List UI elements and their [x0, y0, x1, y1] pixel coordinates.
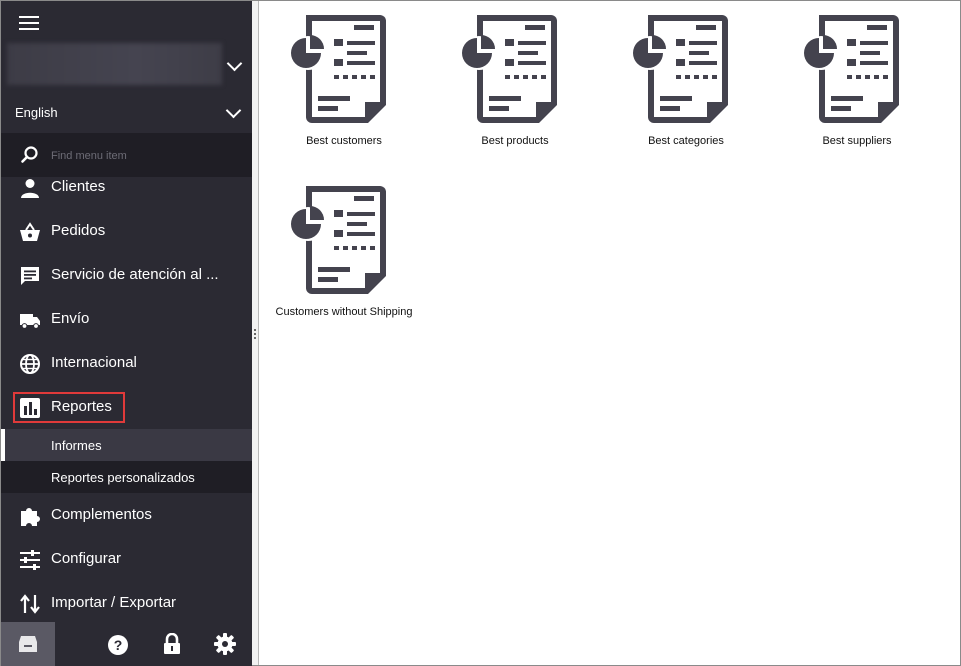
- report-tile-label: Customers without Shipping: [275, 306, 413, 318]
- nav-label: Envío: [51, 310, 90, 327]
- nav-item-complementos[interactable]: Complementos: [1, 494, 252, 538]
- store-selector[interactable]: [7, 43, 247, 85]
- archive-button[interactable]: [1, 622, 55, 666]
- sliders-icon: [20, 550, 40, 570]
- nav-label: Pedidos: [51, 222, 106, 239]
- nav-item-pedidos[interactable]: Pedidos: [1, 210, 252, 254]
- help-button[interactable]: ?: [91, 622, 145, 666]
- basket-icon: [20, 222, 40, 241]
- chevron-down-icon: [225, 102, 242, 119]
- hamburger-menu-icon[interactable]: [19, 13, 39, 31]
- nav-item-servicio[interactable]: Servicio de atención al ...: [1, 254, 252, 298]
- subnav-item-informes[interactable]: Informes: [1, 429, 252, 461]
- nav-label: Clientes: [51, 178, 106, 195]
- puzzle-icon: [21, 508, 40, 526]
- report-document-icon: [462, 15, 557, 123]
- gear-icon: [214, 633, 236, 655]
- nav-item-envio[interactable]: Envío: [1, 298, 252, 342]
- nav-label: Servicio de atención al ...: [51, 266, 219, 283]
- report-tile-best-categories[interactable]: Best categories: [601, 1, 751, 151]
- globe-icon: [20, 354, 40, 374]
- person-icon: [21, 179, 39, 198]
- truck-icon: [20, 314, 40, 329]
- report-tile-best-products[interactable]: Best products: [430, 1, 580, 151]
- panel-splitter[interactable]: [252, 1, 259, 665]
- sidebar: English Clientes Pedidos: [1, 1, 252, 666]
- nav-item-configurar[interactable]: Configurar: [1, 538, 252, 582]
- search-input[interactable]: [49, 146, 243, 166]
- chat-icon: [21, 267, 39, 285]
- report-tile-label: Best categories: [648, 135, 724, 147]
- report-tile-best-suppliers[interactable]: Best suppliers: [772, 1, 922, 151]
- search-icon: [21, 146, 38, 163]
- report-document-icon: [804, 15, 899, 123]
- nav-label: Complementos: [51, 506, 152, 523]
- reportes-highlight-box: [13, 392, 125, 423]
- nav-label: Configurar: [51, 550, 122, 567]
- nav-item-internacional[interactable]: Internacional: [1, 342, 252, 386]
- help-icon: ?: [108, 635, 128, 655]
- archive-icon: [19, 636, 37, 652]
- subnav-label: Informes: [51, 438, 102, 453]
- settings-button[interactable]: [198, 622, 252, 666]
- report-document-icon: [633, 15, 728, 123]
- report-tile-customers-without-shipping[interactable]: Customers without Shipping: [259, 172, 412, 322]
- lock-button[interactable]: [145, 622, 199, 666]
- language-label: English: [15, 105, 58, 120]
- nav-item-clientes[interactable]: Clientes: [1, 166, 252, 210]
- reports-panel: Best customers Best products Best catego…: [259, 1, 959, 665]
- report-tile-label: Best suppliers: [822, 135, 892, 147]
- report-tile-label: Best customers: [306, 135, 382, 147]
- lock-icon: [164, 633, 180, 654]
- sidebar-footer: ?: [1, 622, 252, 666]
- language-selector[interactable]: English: [1, 97, 252, 129]
- nav-label: Importar / Exportar: [51, 594, 177, 611]
- report-document-icon: [291, 15, 386, 123]
- store-name-blurred: [7, 43, 222, 85]
- import-export-icon: [20, 594, 40, 614]
- svg-text:?: ?: [114, 637, 123, 653]
- subnav-item-reportes-personalizados[interactable]: Reportes personalizados: [1, 461, 252, 493]
- report-tile-best-customers[interactable]: Best customers: [259, 1, 409, 151]
- report-document-icon: [291, 186, 386, 294]
- nav-item-importar-exportar[interactable]: Importar / Exportar: [1, 582, 252, 626]
- nav-label: Internacional: [51, 354, 137, 371]
- report-tile-label: Best products: [481, 135, 549, 147]
- chevron-down-icon: [226, 55, 243, 72]
- subnav-label: Reportes personalizados: [51, 470, 195, 485]
